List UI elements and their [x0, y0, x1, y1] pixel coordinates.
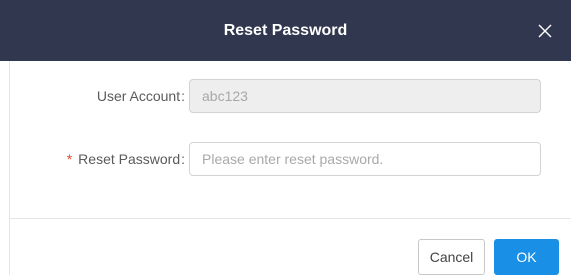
reset-password-label-text: Reset Password	[78, 151, 181, 167]
dialog-body: User Account: * Reset Password:	[9, 61, 571, 275]
user-account-row: User Account:	[9, 79, 571, 113]
user-account-label: User Account:	[9, 88, 187, 104]
reset-password-input[interactable]	[189, 142, 541, 176]
user-account-label-text: User Account	[96, 88, 181, 104]
user-account-field	[189, 79, 541, 113]
ok-button[interactable]: OK	[494, 239, 559, 275]
close-button[interactable]	[533, 0, 557, 61]
reset-password-dialog: Reset Password User Account: * Reset Pass…	[0, 0, 571, 275]
reset-password-row: * Reset Password:	[9, 142, 571, 176]
reset-password-colon: :	[181, 151, 185, 167]
dialog-title: Reset Password	[223, 22, 348, 39]
dialog-header: Reset Password	[0, 0, 571, 61]
cancel-button[interactable]: Cancel	[418, 239, 485, 275]
footer-divider	[9, 218, 571, 219]
close-icon	[538, 24, 552, 37]
required-asterisk: *	[66, 151, 73, 167]
reset-password-label: * Reset Password:	[9, 151, 187, 167]
user-account-colon: :	[181, 88, 185, 104]
